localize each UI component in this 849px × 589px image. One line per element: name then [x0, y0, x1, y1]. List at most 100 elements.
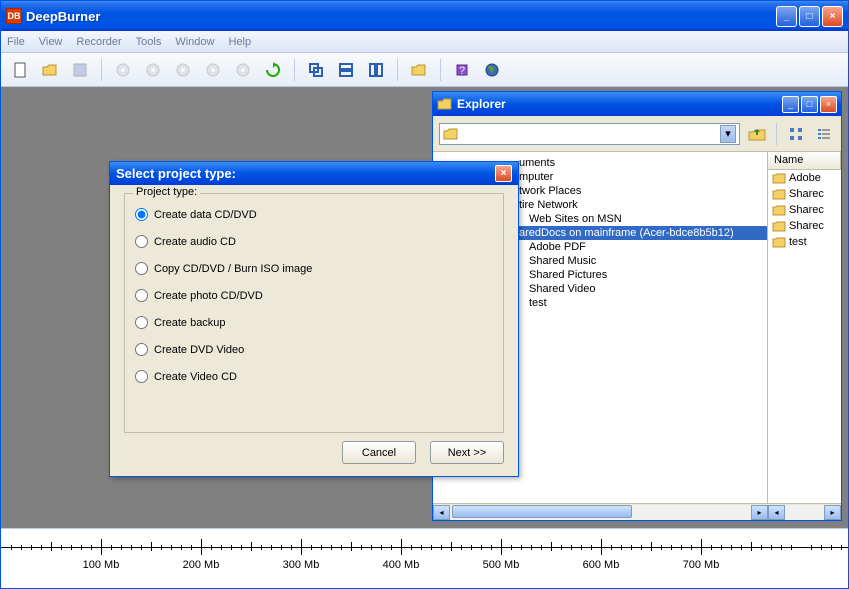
workspace: Explorer _ □ × ▾ umentsmputertwork Place… [1, 87, 848, 528]
project-type-option[interactable]: Create photo CD/DVD [135, 289, 493, 302]
radio-input[interactable] [135, 343, 148, 356]
folder-icon [443, 127, 459, 141]
window-title: DeepBurner [26, 9, 776, 24]
item-label: Sharec [789, 220, 824, 232]
radio-input[interactable] [135, 235, 148, 248]
list-header[interactable]: Name [768, 152, 841, 170]
item-label: Sharec [789, 204, 824, 216]
dialog-close-button[interactable]: × [495, 165, 512, 182]
explorer-close-button[interactable]: × [820, 96, 837, 113]
ruler-tick-label: 500 Mb [483, 559, 520, 571]
project-type-option[interactable]: Create data CD/DVD [135, 208, 493, 221]
project-type-group: Project type: Create data CD/DVDCreate a… [124, 193, 504, 433]
folder-icon [772, 188, 786, 200]
option-label: Create backup [154, 317, 226, 329]
scroll-right-icon[interactable]: ▸ [824, 505, 841, 520]
menu-view[interactable]: View [39, 36, 63, 48]
help-icon[interactable]: ? [451, 59, 473, 81]
disc5-icon[interactable] [232, 59, 254, 81]
folder-icon [772, 204, 786, 216]
svg-text:?: ? [459, 65, 465, 77]
explorer-maximize-button[interactable]: □ [801, 96, 818, 113]
tile-h-icon[interactable] [335, 59, 357, 81]
menu-window[interactable]: Window [175, 36, 214, 48]
project-type-option[interactable]: Create Video CD [135, 370, 493, 383]
radio-input[interactable] [135, 316, 148, 329]
radio-input[interactable] [135, 370, 148, 383]
size-ruler: 100 Mb200 Mb300 Mb400 Mb500 Mb600 Mb700 … [1, 528, 848, 588]
scroll-left-icon[interactable]: ◂ [768, 505, 785, 520]
list-item[interactable]: Sharec [768, 202, 841, 218]
menu-recorder[interactable]: Recorder [76, 36, 121, 48]
refresh-icon[interactable] [262, 59, 284, 81]
scroll-right-icon[interactable]: ▸ [751, 505, 768, 520]
folder-icon [772, 172, 786, 184]
address-combo[interactable]: ▾ [439, 123, 740, 145]
titlebar: DB DeepBurner _ □ × [1, 1, 848, 31]
save-icon[interactable] [69, 59, 91, 81]
explorer-icon[interactable] [408, 59, 430, 81]
tree-scrollbar-h[interactable]: ◂ ▸ [433, 503, 768, 520]
list-item[interactable]: Sharec [768, 218, 841, 234]
list-item[interactable]: Adobe [768, 170, 841, 186]
disc2-icon[interactable] [142, 59, 164, 81]
minimize-button[interactable]: _ [776, 6, 797, 27]
disc4-icon[interactable] [202, 59, 224, 81]
ruler-tick-label: 600 Mb [583, 559, 620, 571]
up-folder-icon[interactable] [746, 123, 768, 145]
project-type-option[interactable]: Create backup [135, 316, 493, 329]
radio-input[interactable] [135, 262, 148, 275]
ruler-tick-label: 700 Mb [683, 559, 720, 571]
chevron-down-icon[interactable]: ▾ [720, 125, 736, 143]
list-item[interactable]: test [768, 234, 841, 250]
project-type-option[interactable]: Create audio CD [135, 235, 493, 248]
option-label: Create audio CD [154, 236, 236, 248]
dialog-titlebar: Select project type: × [110, 162, 518, 185]
web-icon[interactable] [481, 59, 503, 81]
view-list-icon[interactable] [813, 123, 835, 145]
option-label: Create Video CD [154, 371, 237, 383]
menu-tools[interactable]: Tools [136, 36, 162, 48]
explorer-titlebar: Explorer _ □ × [433, 92, 841, 116]
scroll-left-icon[interactable]: ◂ [433, 505, 450, 520]
folder-icon [772, 220, 786, 232]
option-label: Create data CD/DVD [154, 209, 257, 221]
maximize-button[interactable]: □ [799, 6, 820, 27]
option-label: Create photo CD/DVD [154, 290, 263, 302]
open-icon[interactable] [39, 59, 61, 81]
app-icon: DB [6, 8, 22, 24]
project-type-dialog: Select project type: × Project type: Cre… [109, 161, 519, 477]
disc1-icon[interactable] [112, 59, 134, 81]
explorer-minimize-button[interactable]: _ [782, 96, 799, 113]
project-type-option[interactable]: Create DVD Video [135, 343, 493, 356]
tile-v-icon[interactable] [365, 59, 387, 81]
item-label: test [789, 236, 807, 248]
ruler-tick-label: 300 Mb [283, 559, 320, 571]
cascade-icon[interactable] [305, 59, 327, 81]
disc3-icon[interactable] [172, 59, 194, 81]
column-name[interactable]: Name [768, 152, 841, 169]
menu-help[interactable]: Help [228, 36, 251, 48]
view-icons-icon[interactable] [785, 123, 807, 145]
close-button[interactable]: × [822, 6, 843, 27]
cancel-button[interactable]: Cancel [342, 441, 416, 464]
list-item[interactable]: Sharec [768, 186, 841, 202]
file-list[interactable]: Name Adobe Sharec Sharec Sharec test [768, 152, 841, 503]
menubar: File View Recorder Tools Window Help [1, 31, 848, 53]
radio-input[interactable] [135, 208, 148, 221]
ruler-tick-label: 200 Mb [183, 559, 220, 571]
option-label: Create DVD Video [154, 344, 244, 356]
new-icon[interactable] [9, 59, 31, 81]
list-scrollbar-h[interactable]: ◂ ▸ [768, 503, 841, 520]
radio-input[interactable] [135, 289, 148, 302]
main-window: DB DeepBurner _ □ × File View Recorder T… [0, 0, 849, 589]
project-type-option[interactable]: Copy CD/DVD / Burn ISO image [135, 262, 493, 275]
toolbar: ? [1, 53, 848, 87]
folder-icon [437, 96, 453, 112]
next-button[interactable]: Next >> [430, 441, 504, 464]
item-label: Sharec [789, 188, 824, 200]
menu-file[interactable]: File [7, 36, 25, 48]
folder-icon [772, 236, 786, 248]
ruler-tick-label: 400 Mb [383, 559, 420, 571]
option-label: Copy CD/DVD / Burn ISO image [154, 263, 312, 275]
